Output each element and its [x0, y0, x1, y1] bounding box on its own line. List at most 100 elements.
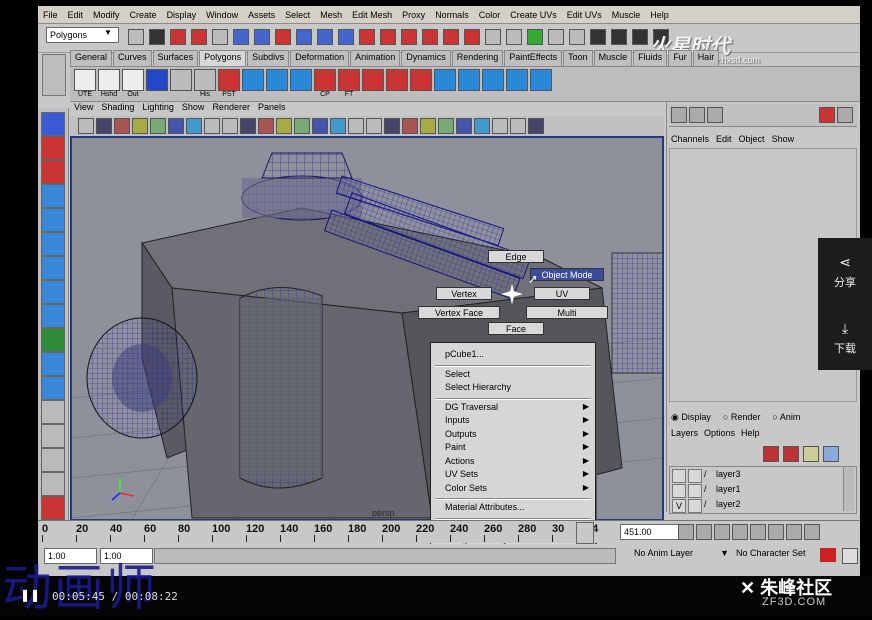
status-tool-icon[interactable]	[506, 29, 522, 45]
menu-edit[interactable]: Edit	[63, 10, 89, 20]
shelf-tool-button[interactable]	[170, 69, 192, 91]
context-menu-item[interactable]: Paint	[445, 442, 466, 452]
viewport-toolbar-icon[interactable]	[294, 118, 310, 134]
shelf-tool-button[interactable]	[434, 69, 456, 91]
viewport-toolbar-icon[interactable]	[492, 118, 508, 134]
shelf-tab-painteffects[interactable]: PaintEffects	[504, 50, 563, 66]
status-tool-icon[interactable]	[275, 29, 291, 45]
character-set-dropdown[interactable]: No Character Set	[736, 548, 806, 558]
shelf-tab-dynamics[interactable]: Dynamics	[401, 50, 451, 66]
rotate-tool-icon[interactable]	[41, 208, 65, 232]
shelf-tab-subdivs[interactable]: Subdivs	[247, 50, 290, 66]
viewport-toolbar-icon[interactable]	[240, 118, 256, 134]
hypershade-icon[interactable]	[41, 496, 65, 520]
viewport-toolbar-icon[interactable]	[420, 118, 436, 134]
viewport-toolbar-icon[interactable]	[132, 118, 148, 134]
shelf-tab-toon[interactable]: Toon	[563, 50, 593, 66]
viewport-toolbar-icon[interactable]	[384, 118, 400, 134]
step-forward-frame-icon[interactable]	[768, 524, 784, 540]
context-menu-item[interactable]: Material Attributes...	[445, 502, 525, 512]
status-tool-icon[interactable]	[590, 29, 606, 45]
menu-proxy[interactable]: Proxy	[397, 10, 430, 20]
viewport-toolbar-icon[interactable]	[168, 118, 184, 134]
viewport-toolbar-icon[interactable]	[312, 118, 328, 134]
viewport-toolbar-icon[interactable]	[258, 118, 274, 134]
marking-edge-button[interactable]: Edge	[488, 250, 544, 263]
new-layer-selected-icon[interactable]	[783, 446, 799, 462]
context-menu-item[interactable]: Select	[445, 369, 470, 379]
shelf-tab-fur[interactable]: Fur	[668, 50, 692, 66]
layer-radio-anim[interactable]: ○ Anim	[772, 412, 800, 423]
menu-file[interactable]: File	[38, 10, 63, 20]
status-tool-icon[interactable]	[611, 29, 627, 45]
viewport-toolbar-icon[interactable]	[348, 118, 364, 134]
status-tool-icon[interactable]	[149, 29, 165, 45]
context-menu-item[interactable]: Select Hierarchy	[445, 382, 511, 392]
step-back-frame-icon[interactable]	[714, 524, 730, 540]
layer-menu-help[interactable]: Help	[741, 428, 760, 438]
viewport-toolbar-icon[interactable]	[114, 118, 130, 134]
shelf-tool-button[interactable]	[530, 69, 552, 91]
shelf-tool-button[interactable]	[362, 69, 384, 91]
playhead[interactable]	[576, 522, 594, 544]
shelf-tool-button[interactable]	[458, 69, 480, 91]
layer-template-toggle[interactable]	[688, 469, 702, 483]
panel-menu-view[interactable]: View	[70, 102, 97, 114]
layer-template-toggle[interactable]	[688, 484, 702, 498]
context-menu-item[interactable]: Color Sets	[445, 483, 487, 493]
shelf-tab-animation[interactable]: Animation	[350, 50, 401, 66]
layout-icon[interactable]	[41, 448, 65, 472]
play-backward-icon[interactable]	[732, 524, 748, 540]
shelf-tool-button[interactable]	[122, 69, 144, 91]
shelf-tab-curves[interactable]: Curves	[113, 50, 152, 66]
layer-row[interactable]: / layer3	[670, 469, 840, 483]
marking-uv-button[interactable]: UV	[534, 287, 590, 300]
status-tool-icon[interactable]	[317, 29, 333, 45]
context-menu-item[interactable]: DG Traversal	[445, 402, 498, 412]
shelf-tool-button[interactable]	[338, 69, 360, 91]
share-icon[interactable]: ⋖	[818, 254, 872, 271]
layer-menu-layers[interactable]: Layers	[671, 428, 698, 438]
marking-object-mode-button[interactable]: Object Mode	[530, 268, 604, 281]
status-tool-icon[interactable]	[443, 29, 459, 45]
status-tool-icon[interactable]	[338, 29, 354, 45]
panel-menu-renderer[interactable]: Renderer	[208, 102, 254, 114]
layer-radio-render[interactable]: ○ Render	[723, 412, 760, 423]
last-tool-icon[interactable]	[41, 352, 65, 376]
status-tool-icon[interactable]	[170, 29, 186, 45]
marking-vertex-face-button[interactable]: Vertex Face	[418, 306, 500, 319]
move-tool-icon[interactable]	[41, 184, 65, 208]
status-tool-icon[interactable]	[128, 29, 144, 45]
lasso-tool-icon[interactable]	[41, 136, 65, 160]
shelf-tool-button[interactable]	[98, 69, 120, 91]
shelf-tab-surfaces[interactable]: Surfaces	[152, 50, 199, 66]
render-icon[interactable]	[819, 107, 835, 123]
layer-row[interactable]: / layer1	[670, 484, 840, 498]
panel-menu-show[interactable]: Show	[178, 102, 209, 114]
menu-window[interactable]: Window	[201, 10, 243, 20]
go-to-end-icon[interactable]	[804, 524, 820, 540]
viewport-toolbar-icon[interactable]	[150, 118, 166, 134]
shelf-menu-button[interactable]	[42, 54, 66, 96]
shelf-tool-button[interactable]	[482, 69, 504, 91]
status-tool-icon[interactable]	[485, 29, 501, 45]
menu-create[interactable]: Create	[125, 10, 162, 20]
viewport-toolbar-icon[interactable]	[456, 118, 472, 134]
viewport-toolbar-icon[interactable]	[330, 118, 346, 134]
panel-menu-shading[interactable]: Shading	[97, 102, 138, 114]
panel-menu-panels[interactable]: Panels	[254, 102, 290, 114]
status-tool-icon[interactable]	[422, 29, 438, 45]
menu-select[interactable]: Select	[280, 10, 315, 20]
shelf-tab-fluids[interactable]: Fluids	[633, 50, 668, 66]
layer-scrollbar[interactable]	[843, 467, 854, 511]
layer-row[interactable]: V / layer2	[670, 499, 840, 513]
shelf-tab-polygons[interactable]: Polygons	[199, 50, 247, 66]
status-tool-icon[interactable]	[632, 29, 648, 45]
menu-edit-mesh[interactable]: Edit Mesh	[347, 10, 397, 20]
paint-select-icon[interactable]	[41, 160, 65, 184]
viewport-toolbar-icon[interactable]	[366, 118, 382, 134]
context-menu-item[interactable]: Outputs	[445, 429, 477, 439]
sculpt-icon[interactable]	[41, 304, 65, 328]
viewport-toolbar-icon[interactable]	[402, 118, 418, 134]
viewport-toolbar-icon[interactable]	[222, 118, 238, 134]
